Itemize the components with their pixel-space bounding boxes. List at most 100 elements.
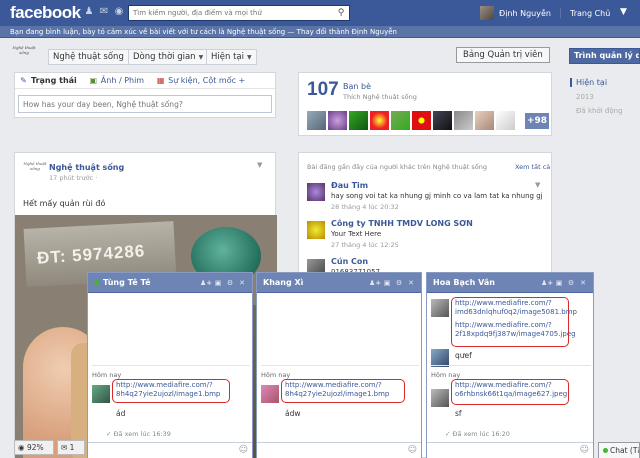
chevron-down-icon: ▼ bbox=[246, 54, 252, 61]
chat-title-bar[interactable]: Hoa Bạch Vân ♟+ ▣ ⚙ ✕ bbox=[427, 273, 593, 293]
chat-input[interactable]: ☺ bbox=[427, 442, 593, 458]
gear-icon[interactable]: ⚙ bbox=[224, 273, 236, 293]
divider bbox=[431, 365, 591, 366]
friend-thumb[interactable] bbox=[370, 111, 389, 130]
notifications-icon[interactable]: ◉ bbox=[113, 6, 125, 18]
admin-panel-button[interactable]: Bảng Quản trị viên bbox=[456, 47, 550, 63]
close-icon[interactable]: ✕ bbox=[236, 273, 248, 293]
recent-post-item[interactable]: Công ty TNHH TMDV LONG SƠN Your Text Her… bbox=[307, 219, 547, 253]
video-call-icon[interactable]: ▣ bbox=[381, 273, 393, 293]
now-dropdown[interactable]: Hiện tại ▼ bbox=[206, 49, 257, 65]
messages-icon[interactable]: ✉ bbox=[98, 6, 110, 18]
friend-thumb[interactable] bbox=[391, 111, 410, 130]
timeline-dropdown[interactable]: Dòng thời gian ▼ bbox=[128, 49, 209, 65]
seen-text: Đã xem lúc 16:39 bbox=[113, 430, 171, 438]
switch-identity-link[interactable]: Thay đổi thành Định Nguyễn bbox=[297, 28, 397, 36]
gear-icon[interactable]: ⚙ bbox=[393, 273, 405, 293]
add-friends-icon[interactable]: ♟+ bbox=[200, 273, 212, 293]
search-input[interactable] bbox=[129, 6, 329, 20]
chevron-down-icon[interactable]: ▼ bbox=[257, 161, 262, 169]
emoticon-icon[interactable]: ☺ bbox=[580, 445, 589, 455]
tab-event[interactable]: ▦ Sự kiện, Cột mốc + bbox=[156, 76, 245, 85]
friends-label[interactable]: Bạn bè bbox=[343, 82, 371, 91]
message-text: ád bbox=[116, 409, 126, 418]
top-navigation-bar: facebook ♟ ✉ ◉ ⚲ Định Nguyễn Trang Chủ ▼ bbox=[0, 0, 640, 26]
year-now[interactable]: Hiện tại bbox=[570, 78, 638, 87]
friend-thumb[interactable] bbox=[496, 111, 515, 130]
friends-count[interactable]: 107 bbox=[307, 79, 339, 101]
message-link[interactable]: http://www.mediafire.com/?2f18xpdq9fj387… bbox=[455, 321, 576, 339]
add-friends-icon[interactable]: ♟+ bbox=[369, 273, 381, 293]
chat-sidebar-toggle[interactable]: Chat (Tắt) bbox=[598, 442, 640, 458]
emoticon-icon[interactable]: ☺ bbox=[408, 445, 417, 455]
now-label: Hiện tại bbox=[211, 52, 244, 62]
chevron-down-icon[interactable]: ▼ bbox=[535, 181, 540, 189]
more-friends-badge[interactable]: +98 bbox=[525, 113, 549, 129]
message-link[interactable]: http://www.mediafire.com/?8h4q27yie2ujoz… bbox=[285, 381, 403, 399]
composer-tabs: ✎ Trạng thái ▣ Ảnh / Phim ▦ Sự kiện, Cột… bbox=[15, 73, 275, 89]
gear-icon[interactable]: ⚙ bbox=[565, 273, 577, 293]
emoticon-icon[interactable]: ☺ bbox=[239, 445, 248, 455]
page-logo[interactable]: Nghệ thuật sống bbox=[10, 45, 38, 65]
message-link[interactable]: http://www.mediafire.com/?imd63dnlqhuf0q… bbox=[455, 299, 577, 317]
friend-thumb[interactable] bbox=[349, 111, 368, 130]
divider bbox=[261, 365, 419, 366]
close-icon[interactable]: ✕ bbox=[577, 273, 589, 293]
friend-requests-icon[interactable]: ♟ bbox=[83, 6, 95, 18]
chat-day-label: Hôm nay bbox=[431, 371, 461, 379]
chat-day-label: Hôm nay bbox=[92, 371, 122, 379]
friends-box: 107 Bạn bè Thích Nghệ thuật sống +98 bbox=[298, 72, 552, 136]
online-indicator bbox=[94, 280, 99, 285]
friend-thumb[interactable] bbox=[412, 111, 431, 130]
friend-thumb[interactable] bbox=[454, 111, 473, 130]
recent-post-item[interactable]: Đau Tim hay song voi tat ka nhung gj min… bbox=[307, 181, 547, 215]
message-link[interactable]: http://www.mediafire.com/?8h4q27yie2ujoz… bbox=[116, 381, 228, 399]
recent-post-text: hay song voi tat ka nhung gj minh co va … bbox=[331, 192, 543, 200]
chat-messages: http://www.mediafire.com/?imd63dnlqhuf0q… bbox=[427, 293, 593, 443]
chat-contact-name: Hoa Bạch Vân bbox=[433, 278, 495, 287]
status-input[interactable] bbox=[18, 95, 272, 113]
close-icon[interactable]: ✕ bbox=[405, 273, 417, 293]
video-call-icon[interactable]: ▣ bbox=[553, 273, 565, 293]
message-text: sf bbox=[455, 409, 462, 418]
message-text: ádw bbox=[285, 409, 301, 418]
add-friends-icon[interactable]: ♟+ bbox=[541, 273, 553, 293]
chat-title-bar[interactable]: Tùng Tê Tê ♟+ ▣ ⚙ ✕ bbox=[88, 273, 252, 293]
divider bbox=[92, 365, 250, 366]
chevron-down-icon: ▼ bbox=[198, 54, 204, 61]
message-link[interactable]: http://www.mediafire.com/?o6rhbnsk66t1qa… bbox=[455, 381, 567, 399]
post-author-name[interactable]: Nghệ thuật sống bbox=[49, 163, 124, 172]
friend-thumb[interactable] bbox=[433, 111, 452, 130]
notifications-chip[interactable]: ✉ 1 bbox=[57, 440, 85, 455]
post-timestamp[interactable]: 17 phút trước · bbox=[49, 174, 97, 182]
chat-title-bar[interactable]: Khang Xì ♟+ ▣ ⚙ ✕ bbox=[257, 273, 421, 293]
zoom-level[interactable]: ◉ 92% bbox=[14, 440, 54, 455]
chat-input[interactable]: ☺ bbox=[88, 442, 252, 458]
timeline-label: Dòng thời gian bbox=[133, 52, 196, 62]
poster-name[interactable]: Cún Con bbox=[331, 257, 368, 266]
friend-thumbnails bbox=[307, 111, 517, 130]
calendar-icon: ▦ bbox=[156, 76, 165, 85]
top-user-profile[interactable]: Định Nguyễn bbox=[480, 5, 551, 21]
friend-thumb[interactable] bbox=[307, 111, 326, 130]
settings-icon[interactable]: ▼ bbox=[620, 7, 627, 17]
poster-name[interactable]: Công ty TNHH TMDV LONG SƠN bbox=[331, 219, 473, 228]
post-author-avatar[interactable]: Nghệ thuật sống bbox=[23, 161, 47, 183]
search-icon[interactable]: ⚲ bbox=[335, 7, 347, 19]
tab-status[interactable]: ✎ Trạng thái bbox=[19, 76, 77, 85]
see-all-link[interactable]: Xem tất cả bbox=[515, 163, 550, 171]
facebook-logo[interactable]: facebook bbox=[10, 3, 81, 23]
year-started[interactable]: Đã khởi động bbox=[570, 107, 638, 115]
video-call-icon[interactable]: ▣ bbox=[212, 273, 224, 293]
page-name-button[interactable]: Nghệ thuật sống bbox=[48, 49, 129, 65]
ads-manager-button[interactable]: Trình quản lý quảng cáo bbox=[569, 48, 640, 64]
friend-thumb[interactable] bbox=[328, 111, 347, 130]
friend-thumb[interactable] bbox=[475, 111, 494, 130]
tab-photo[interactable]: ▣ Ảnh / Phim bbox=[89, 76, 145, 85]
home-link[interactable]: Trang Chủ bbox=[570, 9, 610, 18]
chat-input[interactable]: ☺ bbox=[257, 442, 421, 458]
page-header-row: Nghệ thuật sống Nghệ thuật sống Dòng thờ… bbox=[10, 45, 550, 67]
poster-name[interactable]: Đau Tim bbox=[331, 181, 368, 190]
pencil-icon: ✎ bbox=[20, 76, 27, 85]
year-2013[interactable]: 2013 bbox=[570, 93, 638, 101]
